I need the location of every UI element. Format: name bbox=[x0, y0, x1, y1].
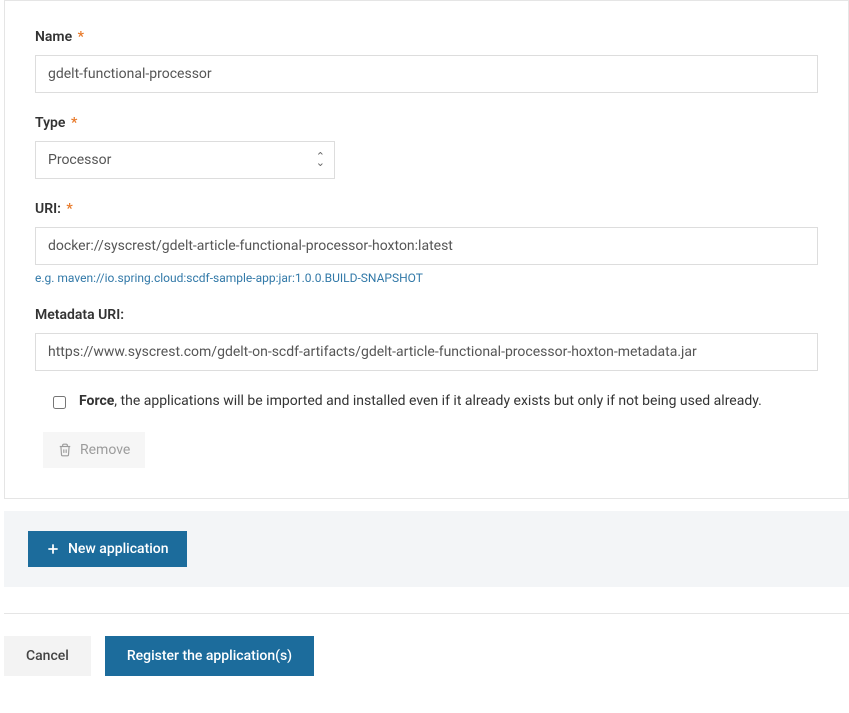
uri-hint: e.g. maven://io.spring.cloud:scdf-sample… bbox=[35, 271, 818, 285]
type-select[interactable]: SourceProcessorSinkTask bbox=[35, 141, 335, 179]
force-strong: Force bbox=[79, 393, 114, 409]
name-label: Name * bbox=[35, 29, 818, 45]
metadata-uri-label: Metadata URI: bbox=[35, 307, 818, 323]
application-form-panel: Name * Type * SourceProcessorSinkTask ⌃⌄… bbox=[4, 0, 849, 499]
action-bar: New application bbox=[4, 511, 849, 587]
type-label: Type * bbox=[35, 115, 818, 131]
remove-button[interactable]: Remove bbox=[43, 432, 145, 468]
footer-actions: Cancel Register the application(s) bbox=[0, 636, 849, 694]
force-checkbox[interactable] bbox=[53, 396, 66, 409]
new-application-label: New application bbox=[68, 541, 169, 557]
metadata-uri-input[interactable] bbox=[35, 333, 818, 371]
metadata-uri-field-group: Metadata URI: bbox=[35, 307, 818, 371]
new-application-button[interactable]: New application bbox=[28, 531, 187, 567]
name-input[interactable] bbox=[35, 55, 818, 93]
type-field-group: Type * SourceProcessorSinkTask ⌃⌄ bbox=[35, 115, 818, 179]
required-star: * bbox=[78, 29, 84, 45]
divider bbox=[4, 613, 849, 614]
metadata-uri-label-text: Metadata URI: bbox=[35, 307, 124, 323]
cancel-button[interactable]: Cancel bbox=[4, 636, 91, 676]
name-field-group: Name * bbox=[35, 29, 818, 93]
plus-icon bbox=[46, 542, 60, 556]
force-text: Force, the applications will be imported… bbox=[79, 393, 762, 409]
required-star: * bbox=[66, 201, 72, 217]
force-rest: , the applications will be imported and … bbox=[114, 393, 762, 409]
uri-label: URI: * bbox=[35, 201, 818, 217]
uri-label-text: URI: bbox=[35, 201, 61, 217]
cancel-label: Cancel bbox=[26, 648, 69, 664]
type-label-text: Type bbox=[35, 115, 65, 131]
register-label: Register the application(s) bbox=[127, 648, 292, 664]
force-checkbox-row: Force, the applications will be imported… bbox=[49, 393, 818, 412]
name-label-text: Name bbox=[35, 29, 72, 45]
register-button[interactable]: Register the application(s) bbox=[105, 636, 314, 676]
required-star: * bbox=[71, 115, 77, 131]
remove-label: Remove bbox=[80, 442, 130, 458]
type-select-wrap: SourceProcessorSinkTask ⌃⌄ bbox=[35, 141, 335, 179]
trash-icon bbox=[58, 443, 72, 457]
uri-input[interactable] bbox=[35, 227, 818, 265]
uri-field-group: URI: * e.g. maven://io.spring.cloud:scdf… bbox=[35, 201, 818, 285]
